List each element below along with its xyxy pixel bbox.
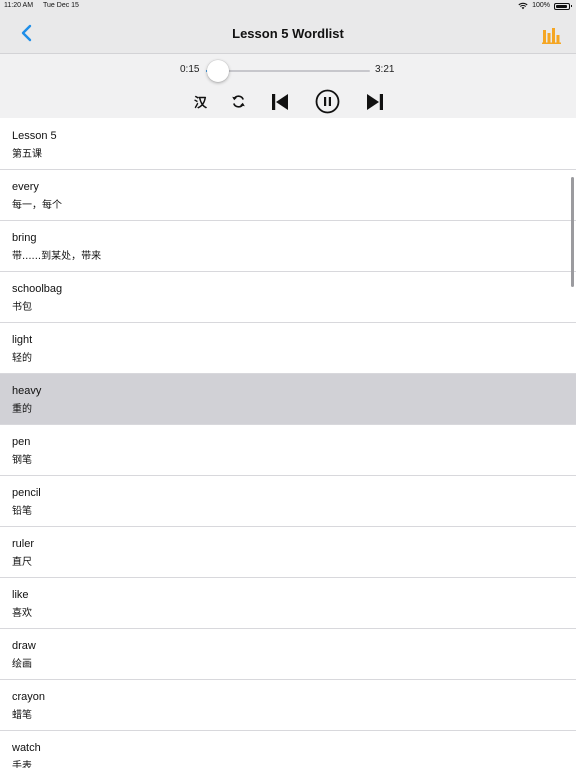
word-chinese: 第五课 xyxy=(12,149,42,160)
status-time: 11:20 AM xyxy=(4,2,34,9)
word-chinese: 绘画 xyxy=(12,659,32,670)
word-english: crayon xyxy=(12,691,46,703)
word-chinese: 手表 xyxy=(12,761,32,768)
list-item[interactable]: pencil 铅笔 xyxy=(0,476,576,527)
back-button[interactable] xyxy=(18,24,36,42)
word-english: bring xyxy=(12,232,37,244)
status-left: 11:20 AM Tue Dec 15 xyxy=(4,0,79,12)
word-chinese: 铅笔 xyxy=(12,506,32,517)
status-bar: 11:20 AM Tue Dec 15 100% xyxy=(0,0,576,12)
word-english: schoolbag xyxy=(12,283,63,295)
pause-icon xyxy=(315,89,340,114)
repeat-icon xyxy=(232,95,245,108)
list-item[interactable]: bring 带......到某处，带来 xyxy=(0,221,576,272)
word-english: light xyxy=(12,334,33,346)
list-item[interactable]: pen 钢笔 xyxy=(0,425,576,476)
audio-player: 0:15 3:21 汉 xyxy=(0,54,576,118)
scrollbar[interactable] xyxy=(571,177,574,287)
word-chinese: 喜欢 xyxy=(12,608,32,619)
battery-percent: 100% xyxy=(532,2,550,9)
word-chinese: 每一，每个 xyxy=(12,200,62,211)
word-english: pencil xyxy=(12,487,41,499)
status-right: 100% xyxy=(518,0,572,12)
battery-icon xyxy=(554,2,572,10)
word-chinese: 轻的 xyxy=(12,353,32,364)
list-item[interactable]: watch 手表 xyxy=(0,731,576,768)
word-chinese: 书包 xyxy=(12,302,32,313)
list-item[interactable]: ruler 直尺 xyxy=(0,527,576,578)
slider-thumb[interactable] xyxy=(207,60,230,82)
word-english: heavy xyxy=(12,385,42,397)
list-item[interactable]: crayon 蜡笔 xyxy=(0,680,576,731)
word-english: Lesson 5 xyxy=(12,130,57,142)
wifi-icon xyxy=(518,2,528,10)
word-english: like xyxy=(12,589,29,601)
word-chinese: 带......到某处，带来 xyxy=(12,251,102,262)
status-date: Tue Dec 15 xyxy=(43,2,79,9)
word-english: every xyxy=(12,181,39,193)
word-chinese: 蜡笔 xyxy=(12,710,32,721)
progress-slider[interactable] xyxy=(206,60,370,82)
list-item[interactable]: light 轻的 xyxy=(0,323,576,374)
bar-chart-icon xyxy=(542,28,561,44)
word-chinese: 重的 xyxy=(12,404,32,415)
repeat-button[interactable] xyxy=(231,94,246,114)
list-item[interactable]: schoolbag 书包 xyxy=(0,272,576,323)
list-item[interactable]: Lesson 5 第五课 xyxy=(0,119,576,170)
previous-button[interactable] xyxy=(271,93,289,116)
stats-button[interactable] xyxy=(542,26,562,44)
page-title: Lesson 5 Wordlist xyxy=(232,26,344,41)
list-item[interactable]: every 每一，每个 xyxy=(0,170,576,221)
list-item[interactable]: draw 绘画 xyxy=(0,629,576,680)
word-chinese: 钢笔 xyxy=(12,455,32,466)
list-item[interactable]: like 喜欢 xyxy=(0,578,576,629)
list-item[interactable]: heavy 重的 xyxy=(0,374,576,425)
word-chinese: 直尺 xyxy=(12,557,32,568)
skip-next-icon xyxy=(367,94,383,110)
skip-previous-icon xyxy=(272,94,288,110)
chevron-left-icon xyxy=(21,24,32,42)
word-list[interactable]: Lesson 5 第五课 every 每一，每个 bring 带......到某处，带来 s… xyxy=(0,119,576,768)
pause-button[interactable] xyxy=(315,89,340,119)
word-english: pen xyxy=(12,436,31,448)
hanzi-toggle-button[interactable]: 汉 xyxy=(194,92,207,111)
nav-bar: Lesson 5 Wordlist xyxy=(0,12,576,54)
total-time: 3:21 xyxy=(375,64,395,75)
current-time: 0:15 xyxy=(180,64,200,75)
word-english: watch xyxy=(12,742,41,754)
word-english: draw xyxy=(12,640,36,652)
next-button[interactable] xyxy=(366,93,384,116)
word-english: ruler xyxy=(12,538,35,550)
